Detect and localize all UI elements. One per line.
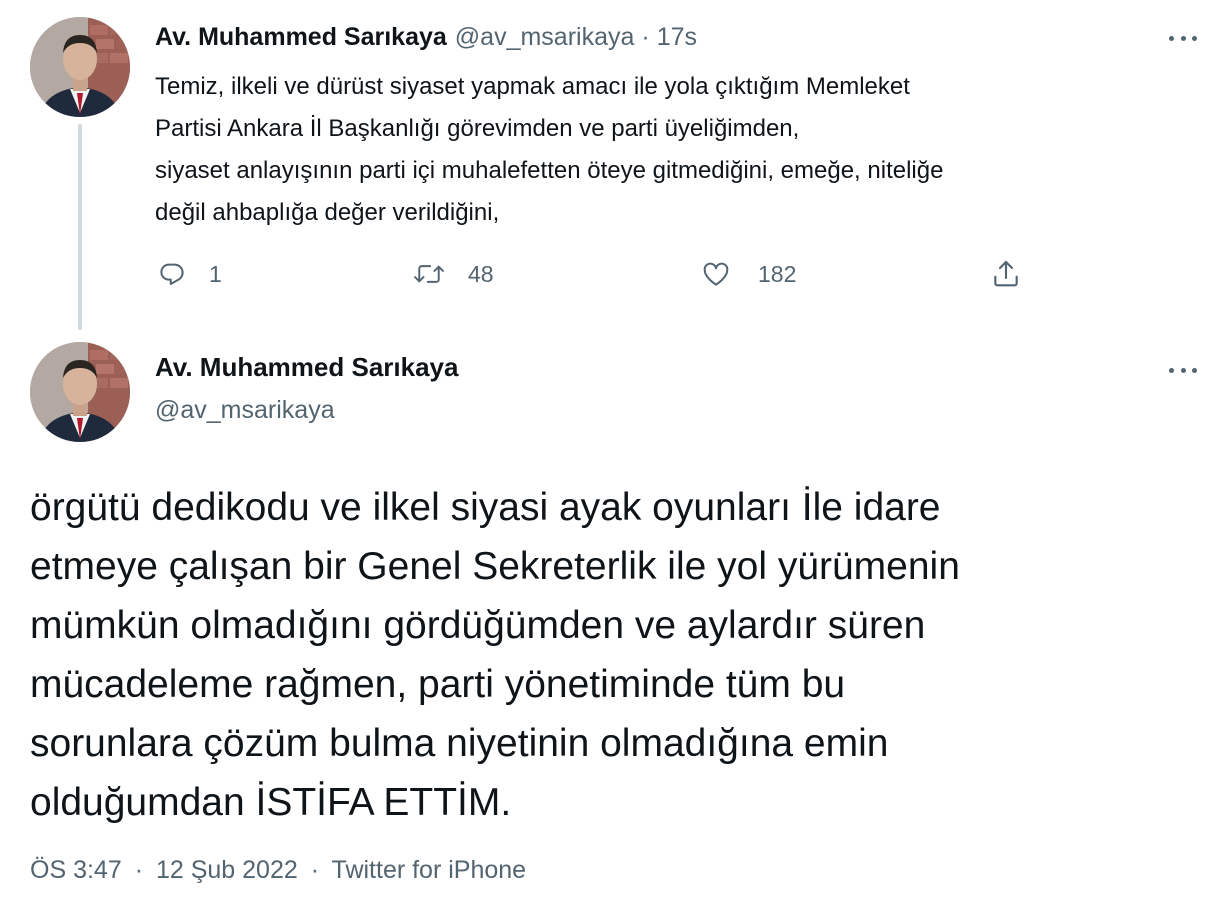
reply-icon <box>157 259 187 289</box>
reply-button[interactable]: 1 <box>157 256 222 292</box>
avatar-photo <box>30 17 130 117</box>
more-options-icon[interactable] <box>1169 360 1197 380</box>
avatar-photo <box>30 342 130 442</box>
separator-dot: · <box>310 856 320 884</box>
separator-dot: · <box>134 856 144 884</box>
author-avatar[interactable] <box>30 17 130 117</box>
author-name[interactable]: Av. Muhammed Sarıkaya <box>155 352 458 383</box>
retweet-count: 48 <box>468 260 494 287</box>
author-handle[interactable]: @av_msarikaya <box>455 23 635 52</box>
tweet-source[interactable]: Twitter for iPhone <box>332 856 527 884</box>
retweet-button[interactable]: 48 <box>412 256 494 292</box>
heart-icon <box>700 259 732 289</box>
tweet-time[interactable]: ÖS 3:47 <box>30 856 122 884</box>
author-name[interactable]: Av. Muhammed Sarıkaya <box>155 23 447 52</box>
like-count: 182 <box>758 260 797 287</box>
tweet-metadata: ÖS 3:47 · 12 Şub 2022 · Twitter for iPho… <box>30 856 526 885</box>
author-avatar[interactable] <box>30 342 130 442</box>
retweet-icon <box>412 259 446 289</box>
tweet-date[interactable]: 12 Şub 2022 <box>156 856 298 884</box>
thread-connector-line <box>78 124 82 330</box>
tweet-time[interactable]: 17s <box>657 23 697 52</box>
more-options-icon[interactable] <box>1169 28 1197 48</box>
share-button[interactable] <box>990 256 1022 292</box>
tweet-text: Temiz, ilkeli ve dürüst siyaset yapmak a… <box>155 73 944 226</box>
like-button[interactable]: 182 <box>700 256 796 292</box>
reply-count: 1 <box>209 260 222 287</box>
author-handle[interactable]: @av_msarikaya <box>155 396 335 425</box>
tweet-header: Av. Muhammed Sarıkaya @av_msarikaya · 17… <box>155 20 697 54</box>
separator-dot: · <box>641 22 650 51</box>
tweet-text: örgütü dedikodu ve ilkel siyasi ayak oyu… <box>30 486 960 824</box>
share-icon <box>990 258 1022 290</box>
